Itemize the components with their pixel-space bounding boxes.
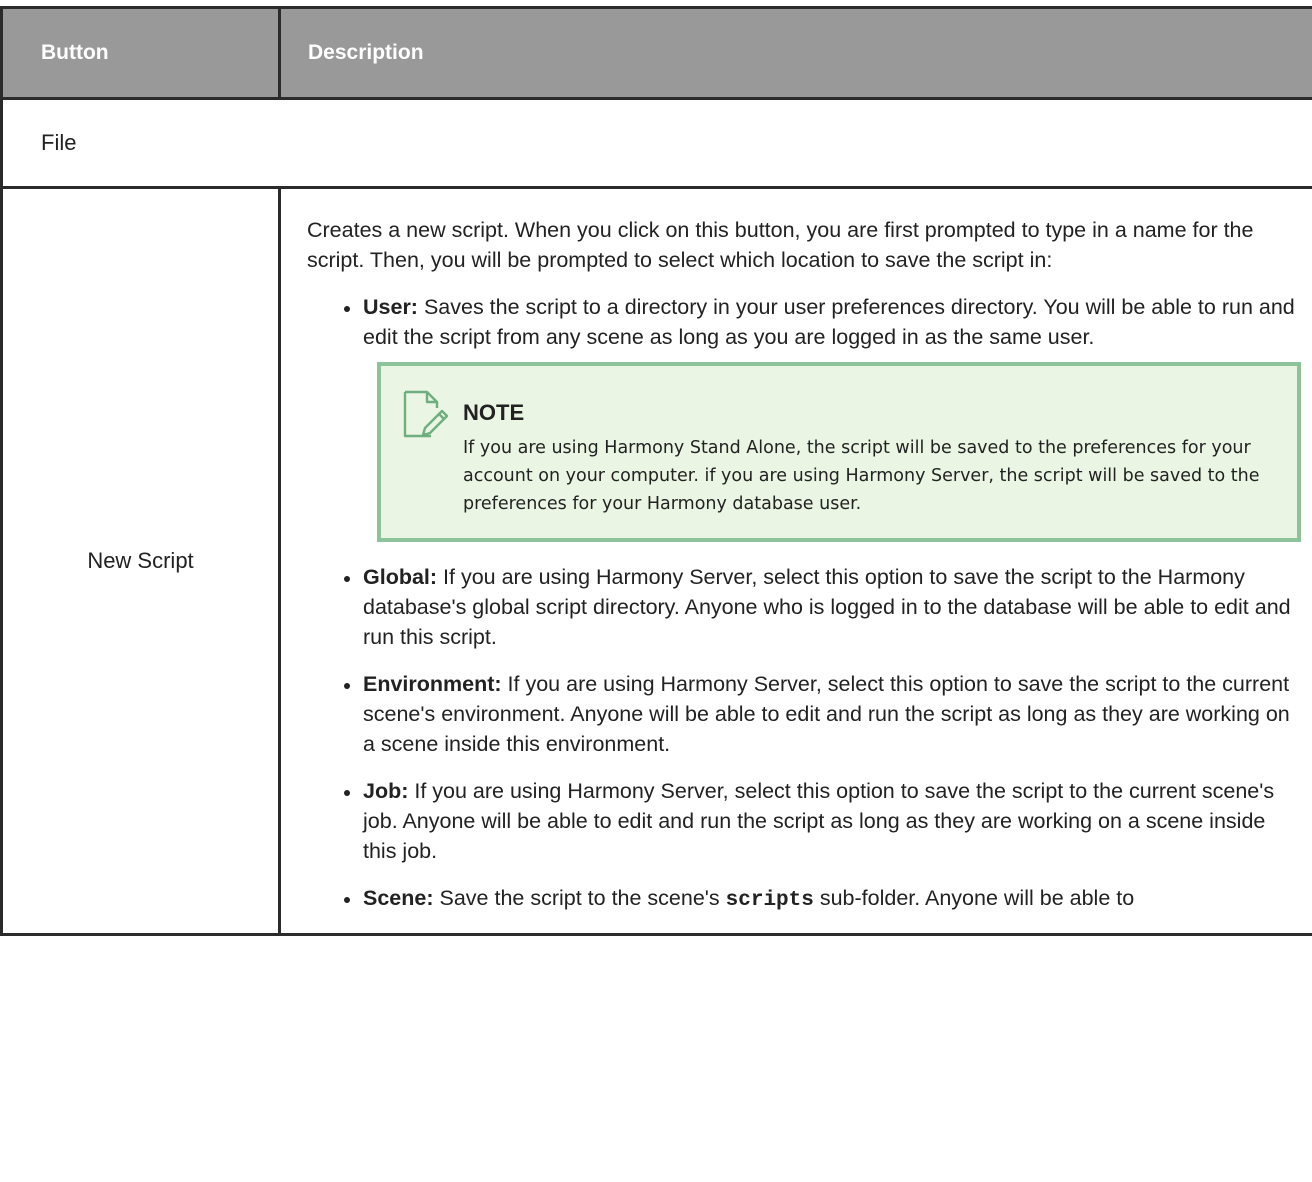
note-title: NOTE: [463, 400, 525, 425]
button-name-cell: New Script: [0, 186, 281, 936]
option-term: User:: [363, 295, 418, 319]
header-button: Button: [0, 6, 281, 100]
list-item: Scene: Save the script to the scene's sc…: [344, 883, 1301, 916]
option-term: Scene:: [363, 886, 434, 910]
scripting-toolbar-table: Button Description File New Script Creat…: [0, 6, 1312, 936]
option-text: If you are using Harmony Server, select …: [363, 565, 1291, 649]
option-term: Environment:: [363, 672, 502, 696]
list-item: User: Saves the script to a directory in…: [344, 292, 1301, 542]
table-header-row: Button Description: [0, 6, 1312, 100]
list-item: Environment: If you are using Harmony Se…: [344, 669, 1301, 759]
list-item: Job: If you are using Harmony Server, se…: [344, 776, 1301, 866]
location-options-list: User: Saves the script to a directory in…: [307, 292, 1301, 916]
option-text: If you are using Harmony Server, select …: [363, 672, 1290, 756]
header-description: Description: [278, 6, 1312, 100]
option-text: sub-folder. Anyone will be able to: [813, 886, 1135, 910]
description-intro: Creates a new script. When you click on …: [307, 218, 1254, 272]
section-title: File: [0, 97, 1312, 189]
note-box: NOTE If you are using Harmony Stand Alon…: [377, 362, 1301, 542]
list-item: Global: If you are using Harmony Server,…: [344, 562, 1301, 652]
option-text: Saves the script to a directory in your …: [363, 295, 1295, 349]
option-term: Global:: [363, 565, 438, 589]
description-cell: Creates a new script. When you click on …: [278, 186, 1312, 936]
note-text: If you are using Harmony Stand Alone, th…: [463, 438, 1260, 514]
table-row: New Script Creates a new script. When yo…: [0, 186, 1312, 936]
option-text: Save the script to the scene's: [433, 886, 726, 910]
option-text: If you are using Harmony Server, select …: [363, 779, 1275, 863]
option-term: Job:: [363, 779, 409, 803]
code-scripts: scripts: [725, 889, 814, 912]
section-row: File: [0, 97, 1312, 189]
note-edit-icon: [401, 388, 463, 518]
note-body: NOTE If you are using Harmony Stand Alon…: [463, 388, 1273, 518]
button-name: New Script: [87, 548, 194, 573]
